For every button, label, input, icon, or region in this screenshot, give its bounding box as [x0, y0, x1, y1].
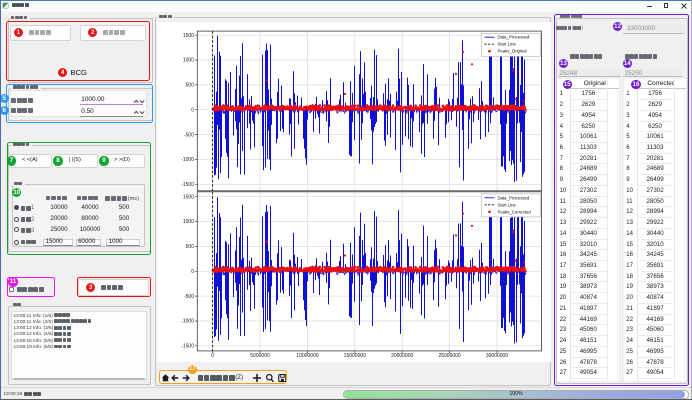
svg-text:Peaks_Original: Peaks_Original	[498, 48, 527, 53]
svg-text:10000000: 10000000	[296, 353, 318, 359]
svg-text:-1000: -1000	[181, 157, 194, 163]
svg-text:500: 500	[186, 244, 195, 250]
svg-text:25000000: 25000000	[438, 353, 460, 359]
svg-text:0: 0	[191, 268, 194, 274]
svg-text:Data_Processed: Data_Processed	[498, 195, 530, 200]
svg-text:0: 0	[191, 107, 194, 113]
svg-text:-1500: -1500	[181, 343, 194, 349]
svg-text:1500: 1500	[183, 194, 194, 200]
svg-text:Peaks_Corrected: Peaks_Corrected	[498, 209, 532, 214]
svg-text:1000: 1000	[183, 57, 194, 63]
svg-text:-1500: -1500	[181, 182, 194, 188]
svg-text:1000: 1000	[183, 219, 194, 225]
svg-text:Start Line: Start Line	[498, 41, 517, 46]
svg-text:Data_Processed: Data_Processed	[498, 34, 530, 39]
svg-text:1500: 1500	[183, 32, 194, 38]
svg-text:5000000: 5000000	[250, 353, 270, 359]
svg-text:500: 500	[186, 82, 195, 88]
svg-text:15000000: 15000000	[344, 353, 366, 359]
svg-text:30000000: 30000000	[486, 353, 508, 359]
svg-text:-500: -500	[184, 132, 194, 138]
svg-text:-500: -500	[184, 293, 194, 299]
svg-text:20000000: 20000000	[391, 353, 413, 359]
svg-text:0: 0	[211, 353, 214, 359]
svg-text:-1000: -1000	[181, 318, 194, 324]
svg-text:Start Line: Start Line	[498, 202, 517, 207]
